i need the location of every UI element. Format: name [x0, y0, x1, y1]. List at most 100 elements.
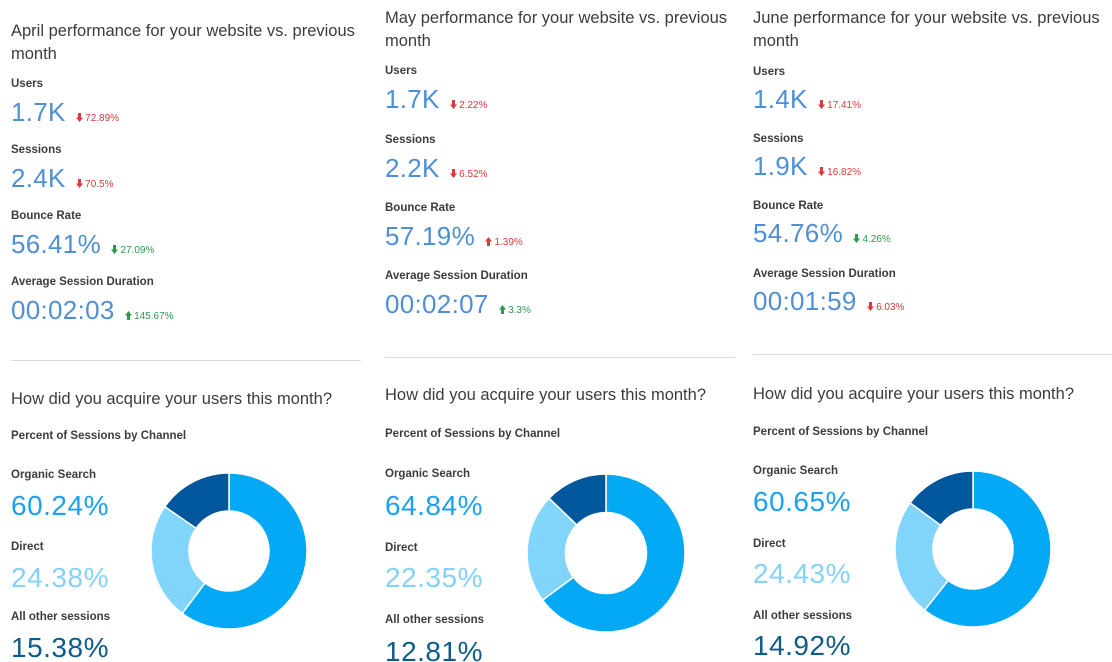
bounce-rate-label: Bounce Rate — [753, 200, 824, 212]
may-report-panel: May performance for your website vs. pre… — [376, 0, 738, 662]
sessions-value: 1.9K — [753, 151, 808, 181]
trend-arrow-icon — [125, 311, 133, 320]
sessions-delta: 70.5% — [76, 179, 114, 190]
users-delta-value: 2.22% — [459, 100, 488, 111]
bounce-rate-delta-value: 1.39% — [494, 237, 523, 248]
avg-session-duration-label: Average Session Duration — [385, 270, 528, 282]
bounce-rate-value: 54.76% — [753, 218, 843, 248]
arrow-down-icon — [853, 234, 861, 243]
users-delta: 17.41% — [818, 100, 861, 111]
direct-value: 24.38% — [11, 562, 109, 593]
sessions-metric: 2.4K 70.5% — [11, 163, 114, 194]
organic-search-label: Organic Search — [753, 465, 839, 477]
sessions-value: 2.4K — [11, 163, 66, 193]
direct-value: 22.35% — [385, 562, 483, 593]
trend-arrow-icon — [499, 305, 507, 314]
organic-search-label: Organic Search — [385, 468, 471, 480]
trend-arrow-icon — [853, 234, 861, 243]
users-label: Users — [385, 65, 417, 77]
sessions-metric: 1.9K 16.82% — [753, 151, 861, 182]
organic-search-value: 60.65% — [753, 486, 851, 517]
avg-session-duration-metric: 00:02:07 3.3% — [385, 289, 531, 320]
sessions-delta-value: 70.5% — [85, 179, 114, 190]
sessions-delta-value: 6.52% — [459, 169, 488, 180]
acquisition-title: How did you acquire your users this mont… — [385, 386, 706, 404]
june-report-panel: June performance for your website vs. pr… — [744, 0, 1112, 662]
trend-arrow-icon — [867, 302, 875, 311]
bounce-rate-metric: 56.41% 27.09% — [11, 229, 154, 260]
arrow-up-icon — [485, 237, 493, 246]
bounce-rate-delta: 27.09% — [111, 245, 154, 256]
bounce-rate-label: Bounce Rate — [11, 210, 82, 222]
section-divider — [385, 357, 735, 358]
channel-donut-chart — [894, 470, 1052, 628]
sessions-delta: 6.52% — [450, 169, 488, 180]
section-divider — [753, 354, 1112, 355]
users-metric: 1.4K 17.41% — [753, 84, 861, 115]
other-sessions-label: All other sessions — [753, 610, 853, 622]
arrow-down-icon — [818, 167, 826, 176]
arrow-up-icon — [499, 305, 507, 314]
direct-label: Direct — [385, 542, 418, 554]
avg-session-duration-delta-value: 6.03% — [876, 302, 905, 313]
bounce-rate-delta: 4.26% — [853, 234, 891, 245]
avg-session-duration-value: 00:02:03 — [11, 295, 115, 325]
organic-search-label: Organic Search — [11, 469, 97, 481]
avg-session-duration-value: 00:01:59 — [753, 286, 857, 316]
acquisition-subtitle: Percent of Sessions by Channel — [753, 426, 929, 438]
arrow-down-icon — [450, 169, 458, 178]
avg-session-duration-delta: 6.03% — [867, 302, 904, 313]
acquisition-subtitle: Percent of Sessions by Channel — [385, 428, 561, 440]
trend-arrow-icon — [450, 169, 458, 178]
arrow-up-icon — [125, 311, 133, 320]
section-divider — [11, 360, 361, 361]
april-report-panel: April performance for your website vs. p… — [0, 0, 370, 662]
performance-title: April performance for your website vs. p… — [11, 22, 355, 63]
sessions-delta-value: 16.82% — [827, 167, 862, 178]
trend-arrow-icon — [485, 237, 493, 246]
organic-search-value: 64.84% — [385, 490, 483, 521]
users-value: 1.7K — [11, 97, 66, 127]
organic-search-value: 60.24% — [11, 490, 109, 521]
users-metric: 1.7K 2.22% — [385, 84, 488, 115]
users-delta: 72.89% — [76, 113, 119, 124]
bounce-rate-metric: 57.19% 1.39% — [385, 221, 523, 252]
performance-title: May performance for your website vs. pre… — [385, 9, 728, 50]
acquisition-subtitle: Percent of Sessions by Channel — [11, 430, 187, 442]
avg-session-duration-metric: 00:02:03 145.67% — [11, 295, 174, 326]
avg-session-duration-delta-value: 3.3% — [508, 305, 531, 316]
bounce-rate-value: 57.19% — [385, 221, 475, 251]
sessions-label: Sessions — [11, 144, 62, 156]
avg-session-duration-delta: 145.67% — [125, 311, 174, 322]
trend-arrow-icon — [76, 113, 84, 122]
arrow-down-icon — [867, 302, 875, 311]
avg-session-duration-label: Average Session Duration — [753, 268, 896, 280]
arrow-down-icon — [818, 100, 826, 109]
other-sessions-value: 15.38% — [11, 632, 109, 662]
users-metric: 1.7K 72.89% — [11, 97, 119, 128]
avg-session-duration-delta: 3.3% — [499, 305, 531, 316]
arrow-down-icon — [450, 100, 458, 109]
avg-session-duration-delta-value: 145.67% — [134, 311, 174, 322]
bounce-rate-delta-value: 4.26% — [862, 234, 891, 245]
users-value: 1.7K — [385, 84, 440, 114]
trend-arrow-icon — [818, 167, 826, 176]
direct-label: Direct — [753, 538, 786, 550]
sessions-delta: 16.82% — [818, 167, 861, 178]
avg-session-duration-metric: 00:01:59 6.03% — [753, 286, 904, 317]
channel-donut-chart — [526, 473, 686, 633]
direct-label: Direct — [11, 541, 44, 553]
direct-value: 24.43% — [753, 558, 851, 589]
channel-donut-chart — [150, 472, 308, 630]
bounce-rate-delta: 1.39% — [485, 237, 523, 248]
sessions-label: Sessions — [385, 134, 436, 146]
sessions-value: 2.2K — [385, 153, 440, 183]
avg-session-duration-value: 00:02:07 — [385, 289, 489, 319]
arrow-down-icon — [111, 245, 119, 254]
trend-arrow-icon — [76, 179, 84, 188]
other-sessions-label: All other sessions — [385, 614, 485, 626]
bounce-rate-label: Bounce Rate — [385, 202, 456, 214]
users-delta: 2.22% — [450, 100, 488, 111]
performance-title: June performance for your website vs. pr… — [753, 9, 1100, 50]
arrow-down-icon — [76, 113, 84, 122]
